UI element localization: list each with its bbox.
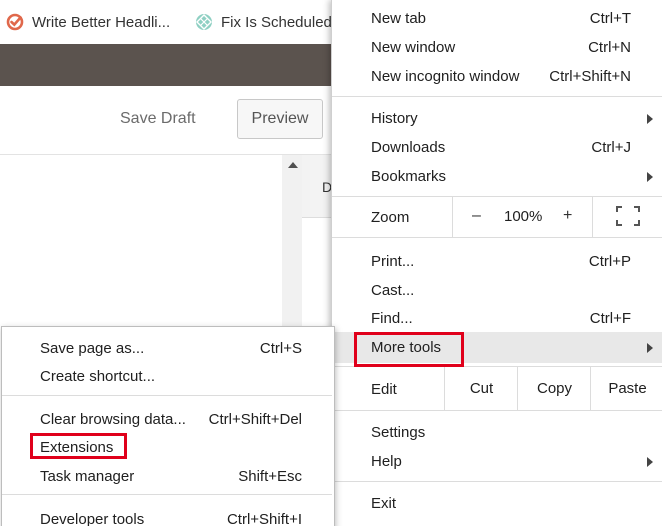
submenu-item-label: Save page as... [40, 340, 145, 357]
submenu-item-shortcut: Shift+Esc [238, 468, 302, 485]
menu-item-cast[interactable]: Cast... [332, 276, 662, 305]
fullscreen-icon[interactable] [616, 206, 640, 226]
submenu-item-extensions[interactable]: Extensions [2, 434, 332, 460]
menu-item-shortcut: Ctrl+N [588, 39, 631, 56]
edit-label: Edit [371, 381, 397, 398]
menu-item-label: Downloads [371, 139, 446, 156]
save-draft-link[interactable]: Save Draft [120, 110, 196, 128]
menu-separator [332, 410, 662, 411]
zoom-out-button[interactable]: – [472, 207, 481, 225]
submenu-item-label: Extensions [40, 439, 114, 456]
menu-item-label: New tab [371, 10, 427, 27]
menu-item-downloads[interactable]: Downloads Ctrl+J [332, 133, 662, 162]
submenu-item-label: Create shortcut... [40, 368, 156, 385]
submenu-item-label: Clear browsing data... [40, 411, 186, 428]
menu-item-shortcut: Ctrl+T [589, 10, 631, 27]
zoom-in-button[interactable]: + [563, 207, 572, 225]
copy-button[interactable]: Copy [517, 366, 591, 410]
menu-item-history[interactable]: History [332, 104, 662, 133]
zoom-label: Zoom [371, 209, 410, 226]
submenu-separator [2, 494, 332, 495]
menu-item-label: Cast... [371, 282, 415, 299]
menu-zoom-row: Zoom – 100% + [332, 197, 662, 237]
chrome-main-menu: New tab Ctrl+T New window Ctrl+N New inc… [331, 0, 662, 526]
submenu-arrow-icon [647, 457, 653, 467]
menu-item-help[interactable]: Help [332, 447, 662, 476]
menu-item-shortcut: Ctrl+F [589, 310, 631, 327]
menu-item-new-tab[interactable]: New tab Ctrl+T [332, 4, 662, 33]
bookmark-label: Fix Is Scheduled [221, 13, 332, 31]
submenu-item-task-manager[interactable]: Task manager Shift+Esc [2, 463, 332, 489]
menu-item-shortcut: Ctrl+P [588, 253, 631, 270]
submenu-separator [2, 395, 332, 396]
menu-item-settings[interactable]: Settings [332, 418, 662, 447]
menu-item-exit[interactable]: Exit [332, 489, 662, 518]
menu-item-new-incognito-window[interactable]: New incognito window Ctrl+Shift+N [332, 62, 662, 91]
more-tools-submenu: Save page as... Ctrl+S Create shortcut..… [1, 326, 335, 526]
bookmark-write-better-headlines[interactable]: Write Better Headli... [6, 11, 170, 33]
browser-window: Write Better Headli... Fix Is Scheduled … [0, 0, 662, 526]
menu-item-label: Print... [371, 253, 415, 270]
menu-item-find[interactable]: Find... Ctrl+F [332, 304, 662, 333]
submenu-item-clear-browsing-data[interactable]: Clear browsing data... Ctrl+Shift+Del [2, 406, 332, 432]
submenu-item-label: Developer tools [40, 511, 145, 526]
cut-button[interactable]: Cut [444, 366, 518, 410]
submenu-item-shortcut: Ctrl+Shift+I [226, 511, 302, 526]
menu-item-label: New incognito window [371, 68, 520, 85]
menu-item-shortcut: Ctrl+J [591, 139, 631, 156]
zoom-level: 100% [504, 208, 543, 225]
submenu-item-label: Task manager [40, 468, 135, 485]
coschedule-check-icon [6, 13, 24, 31]
bookmark-label: Write Better Headli... [32, 13, 171, 31]
submenu-item-shortcut: Ctrl+Shift+Del [208, 411, 302, 428]
menu-item-label: Exit [371, 495, 397, 512]
submenu-arrow-icon [647, 343, 653, 353]
paste-button[interactable]: Paste [590, 366, 662, 410]
teal-diamond-icon [195, 13, 213, 31]
menu-item-label: New window [371, 39, 456, 56]
menu-item-shortcut: Ctrl+Shift+N [549, 68, 631, 85]
submenu-item-create-shortcut[interactable]: Create shortcut... [2, 363, 332, 389]
menu-item-label: Settings [371, 424, 426, 441]
menu-item-label: History [371, 110, 418, 127]
submenu-item-developer-tools[interactable]: Developer tools Ctrl+Shift+I [2, 506, 332, 526]
menu-item-label: More tools [371, 339, 442, 356]
menu-separator [332, 96, 662, 97]
menu-edit-row: Edit Cut Copy Paste [332, 366, 662, 410]
menu-separator [332, 237, 662, 238]
scroll-up-arrow-icon[interactable] [288, 162, 298, 168]
submenu-item-shortcut: Ctrl+S [259, 340, 302, 357]
submenu-arrow-icon [647, 172, 653, 182]
menu-item-print[interactable]: Print... Ctrl+P [332, 247, 662, 276]
menu-separator [332, 481, 662, 482]
menu-item-label: Bookmarks [371, 168, 447, 185]
menu-item-new-window[interactable]: New window Ctrl+N [332, 33, 662, 62]
bookmark-fix-is-scheduled[interactable]: Fix Is Scheduled [195, 11, 332, 33]
menu-item-more-tools[interactable]: More tools [332, 332, 662, 363]
submenu-item-save-page-as[interactable]: Save page as... Ctrl+S [2, 335, 332, 361]
preview-button[interactable]: Preview [237, 99, 323, 139]
menu-item-label: Help [371, 453, 402, 470]
menu-item-bookmarks[interactable]: Bookmarks [332, 162, 662, 191]
menu-item-label: Find... [371, 310, 413, 327]
submenu-arrow-icon [647, 114, 653, 124]
